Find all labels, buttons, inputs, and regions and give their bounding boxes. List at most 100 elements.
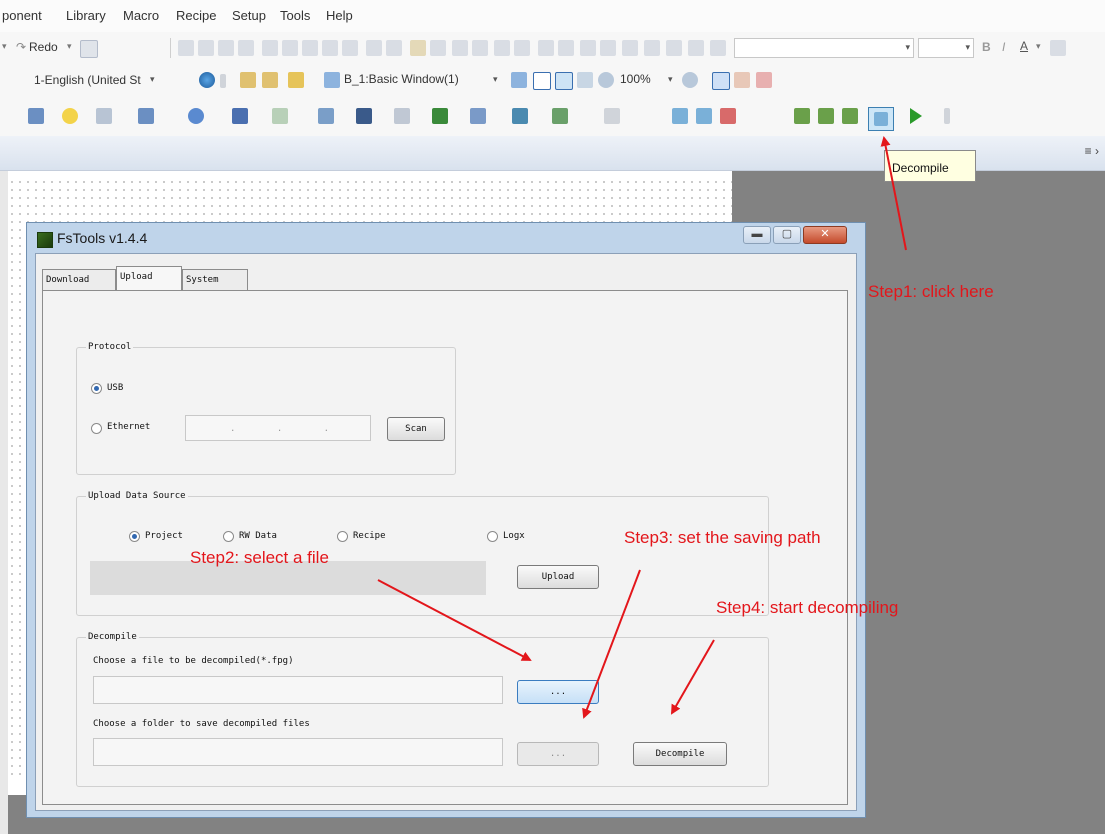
scan-button[interactable]: Scan [387, 417, 445, 441]
numeric-input-icon[interactable] [138, 108, 154, 124]
indicator-icon[interactable] [62, 108, 78, 124]
snap-icon[interactable] [734, 72, 750, 88]
align-left-icon[interactable] [178, 40, 194, 56]
language-select[interactable]: 1-English (United St ▾ [2, 70, 182, 90]
new-window-icon[interactable] [240, 72, 256, 88]
paste-format-icon[interactable] [558, 40, 574, 56]
move-icon[interactable] [432, 108, 448, 124]
text-align-icon[interactable] [1050, 40, 1066, 56]
clock-icon[interactable] [188, 108, 204, 124]
unlock-icon[interactable] [710, 40, 726, 56]
menu-item-tools[interactable]: Tools [280, 8, 310, 23]
window-dropdown-arrow[interactable]: ▾ [493, 74, 498, 85]
same-height-icon[interactable] [366, 40, 382, 56]
align-middle-icon[interactable] [262, 40, 278, 56]
flip-vertical-icon[interactable] [644, 40, 660, 56]
download-icon[interactable] [794, 108, 810, 124]
align-bottom-icon[interactable] [282, 40, 298, 56]
distribute-vertical-icon[interactable] [322, 40, 338, 56]
text-case-icon[interactable] [80, 40, 98, 58]
list-icon[interactable] [356, 108, 372, 124]
zoom-level[interactable]: 100% [620, 72, 651, 86]
menu-item-help[interactable]: Help [326, 8, 353, 23]
bar-icon[interactable] [318, 108, 334, 124]
menu-item-setup[interactable]: Setup [232, 8, 266, 23]
rotate-icon[interactable] [666, 40, 682, 56]
flip-horizontal-icon[interactable] [622, 40, 638, 56]
logx-radio[interactable] [487, 531, 498, 542]
redo-button[interactable]: Redo [29, 40, 58, 54]
trend-chart-icon[interactable] [272, 108, 288, 124]
menu-item-library[interactable]: Library [66, 8, 106, 23]
pipe-icon[interactable] [394, 108, 410, 124]
tool-icon[interactable] [552, 108, 568, 124]
tab-upload[interactable]: Upload [116, 266, 182, 291]
group-icon[interactable] [410, 40, 426, 56]
panel-options-icon[interactable]: ≡ › [1085, 144, 1099, 158]
bring-front-icon[interactable] [452, 40, 468, 56]
table-icon[interactable] [232, 108, 248, 124]
upload-button[interactable]: Upload [517, 565, 599, 589]
browse-folder-button[interactable]: ... [517, 742, 599, 766]
zoom-out-icon[interactable] [682, 72, 698, 88]
upload-icon[interactable] [818, 108, 834, 124]
decompile-button[interactable] [868, 107, 894, 131]
window-select[interactable]: B_1:Basic Window(1) [344, 72, 459, 86]
rw-data-radio[interactable] [223, 531, 234, 542]
window-list-icon[interactable] [262, 72, 278, 88]
font-name-select[interactable]: ▾ [734, 38, 914, 58]
align-top-icon[interactable] [238, 40, 254, 56]
data-group-icon[interactable] [512, 108, 528, 124]
decompile-folder-field[interactable] [93, 738, 503, 766]
run-simulation-icon[interactable] [910, 108, 922, 124]
lock-icon[interactable] [688, 40, 704, 56]
copy-format-icon[interactable] [538, 40, 554, 56]
font-color-icon[interactable]: A [1020, 39, 1028, 53]
paste-attr-icon[interactable] [600, 40, 616, 56]
menu-item-recipe[interactable]: Recipe [176, 8, 216, 23]
magnet-icon[interactable] [756, 72, 772, 88]
copy-attr-icon[interactable] [580, 40, 596, 56]
italic-icon[interactable]: I [1002, 40, 1005, 54]
globe-icon[interactable] [199, 72, 215, 88]
compile-icon[interactable] [672, 108, 688, 124]
undo-dropdown-arrow[interactable]: ▾ [2, 41, 7, 52]
send-back-icon[interactable] [472, 40, 488, 56]
compile-error-icon[interactable] [720, 108, 736, 124]
decompile-file-field[interactable] [93, 676, 503, 704]
maximize-button[interactable]: ▢ [773, 226, 801, 244]
close-button[interactable]: ✕ [803, 226, 847, 244]
ungroup-icon[interactable] [430, 40, 446, 56]
transfer-icon[interactable] [842, 108, 858, 124]
previous-window-icon[interactable] [511, 72, 527, 88]
same-width-icon[interactable] [342, 40, 358, 56]
browse-file-button[interactable]: ... [517, 680, 599, 704]
screen-icon[interactable] [533, 72, 551, 90]
align-center-icon[interactable] [198, 40, 214, 56]
layer-down-icon[interactable] [514, 40, 530, 56]
minimize-button[interactable]: ▬ [743, 226, 771, 244]
bold-icon[interactable]: B [982, 40, 991, 54]
ethernet-radio[interactable] [91, 423, 102, 434]
ip-address-field[interactable]: . . . [185, 415, 371, 441]
screen-active-icon[interactable] [555, 72, 573, 90]
numeric-display-icon[interactable] [96, 108, 112, 124]
font-size-select[interactable]: ▾ [918, 38, 974, 58]
tab-download[interactable]: Download [42, 269, 116, 290]
menu-item-component[interactable]: ponent [2, 8, 42, 23]
align-right-icon[interactable] [218, 40, 234, 56]
zoom-icon[interactable] [598, 72, 614, 88]
layer-up-icon[interactable] [494, 40, 510, 56]
decompile-start-button[interactable]: Decompile [633, 742, 727, 766]
font-color-dropdown[interactable]: ▾ [1036, 41, 1041, 52]
tab-system[interactable]: System [182, 269, 248, 290]
bit-lamp-icon[interactable] [28, 108, 44, 124]
animation-icon[interactable] [470, 108, 486, 124]
recipe-radio[interactable] [337, 531, 348, 542]
same-size-icon[interactable] [386, 40, 402, 56]
window-property-icon[interactable] [288, 72, 304, 88]
project-radio[interactable] [129, 531, 140, 542]
compile-all-icon[interactable] [696, 108, 712, 124]
usb-radio[interactable] [91, 383, 102, 394]
menu-item-macro[interactable]: Macro [123, 8, 159, 23]
